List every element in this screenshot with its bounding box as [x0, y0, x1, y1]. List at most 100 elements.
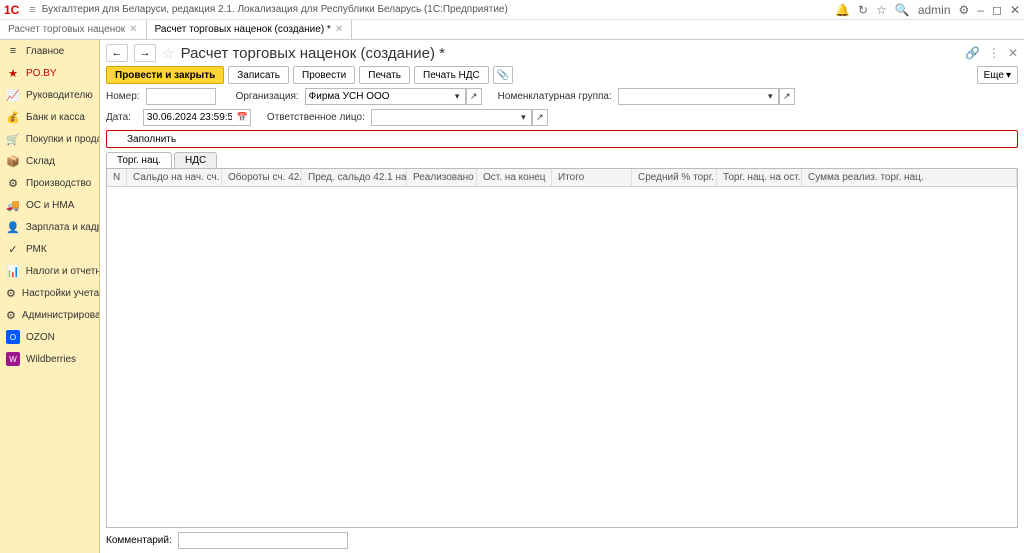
sidebar-item-rmk[interactable]: ✓РМК — [0, 238, 99, 260]
date-field[interactable] — [143, 109, 235, 126]
col-prev-saldo[interactable]: Пред. сальдо 42.1 на конец — [302, 169, 407, 186]
close-panel-icon[interactable]: ✕ — [1008, 46, 1018, 60]
sidebar-item-poby[interactable]: ★PO.BY — [0, 62, 99, 84]
col-n[interactable]: N — [107, 169, 127, 186]
history-icon[interactable]: ↻ — [858, 3, 868, 17]
star-icon[interactable]: ☆ — [876, 3, 887, 17]
org-input-group: ▾ ↗ — [305, 88, 482, 105]
attach-button[interactable]: 📎 — [493, 66, 513, 84]
calendar-icon[interactable]: 📅 — [235, 109, 251, 126]
tab[interactable]: Расчет торговых наценок ✕ — [0, 20, 147, 39]
col-avg-pct[interactable]: Средний % торг. нац. — [632, 169, 717, 186]
comment-field[interactable] — [178, 532, 348, 549]
nomgroup-field[interactable] — [618, 88, 763, 105]
tab-torg-nac[interactable]: Торг. нац. — [106, 152, 172, 168]
truck-icon: 🚚 — [6, 198, 20, 212]
post-button[interactable]: Провести — [293, 66, 355, 84]
col-realized[interactable]: Реализовано — [407, 169, 477, 186]
user-label[interactable]: admin — [918, 3, 951, 17]
tab[interactable]: Расчет торговых наценок (создание) * ✕ — [147, 20, 353, 39]
sidebar-item-hr[interactable]: 👤 Зарплата и кадры — [0, 216, 99, 238]
gear-icon: ⚙ — [6, 308, 16, 322]
minimize-icon[interactable]: – — [977, 3, 984, 17]
form-row-2: Дата: 📅 Ответственное лицо: ▾ ↗ — [106, 109, 1018, 126]
close-icon[interactable]: ✕ — [1010, 3, 1020, 17]
nomgroup-label: Номенклатурная группа: — [498, 91, 612, 102]
sidebar-item-settings[interactable]: ⚙Настройки учета — [0, 282, 99, 304]
gear-icon: ⚙ — [6, 176, 20, 190]
wb-icon: W — [6, 352, 20, 366]
number-field[interactable] — [146, 88, 216, 105]
col-saldo-start[interactable]: Сальдо на нач. сч. 42.1 — [127, 169, 222, 186]
sidebar-item-label: Покупки и продажи — [26, 134, 100, 145]
sidebar-item-sales[interactable]: 🛒Покупки и продажи — [0, 128, 99, 150]
table-body[interactable] — [107, 187, 1017, 527]
bell-icon[interactable]: 🔔 — [835, 3, 850, 17]
dropdown-icon[interactable]: ▾ — [450, 88, 466, 105]
save-button[interactable]: Записать — [228, 66, 289, 84]
sidebar-item-main[interactable]: ≡ Главное — [0, 40, 99, 62]
sidebar-item-production[interactable]: ⚙Производство — [0, 172, 99, 194]
sidebar-item-wb[interactable]: W Wildberries — [0, 348, 99, 370]
sidebar-item-bank[interactable]: 💰Банк и касса — [0, 106, 99, 128]
maximize-icon[interactable]: ◻ — [992, 3, 1002, 17]
forward-button[interactable]: → — [134, 44, 156, 62]
resp-field[interactable] — [371, 109, 516, 126]
sidebar-item-label: Склад — [26, 156, 55, 167]
col-sum-realized[interactable]: Сумма реализ. торг. нац. — [802, 169, 1017, 186]
settings-icon[interactable]: ⚙ — [959, 3, 970, 17]
user-icon: 👤 — [6, 220, 20, 234]
sidebar-item-os[interactable]: 🚚ОС и НМА — [0, 194, 99, 216]
header-right: 🔗 ⋮ ✕ — [965, 46, 1018, 60]
sidebar-item-label: OZON — [26, 332, 55, 343]
print-button[interactable]: Печать — [359, 66, 410, 84]
kebab-icon[interactable]: ⋮ — [988, 46, 1000, 60]
col-total[interactable]: Итого — [552, 169, 632, 186]
table-header: N Сальдо на нач. сч. 42.1 Обороты сч. 42… — [107, 169, 1017, 187]
open-icon[interactable]: ↗ — [779, 88, 795, 105]
sidebar-item-label: Wildberries — [26, 354, 76, 365]
dropdown-icon[interactable]: ▾ — [763, 88, 779, 105]
open-icon[interactable]: ↗ — [466, 88, 482, 105]
back-button[interactable]: ← — [106, 44, 128, 62]
open-icon[interactable]: ↗ — [532, 109, 548, 126]
logo-1c: 1C — [4, 3, 19, 17]
tab-close-icon[interactable]: ✕ — [129, 24, 137, 35]
hamburger-icon[interactable]: ≡ — [29, 4, 35, 16]
inner-tabs: Торг. нац. НДС — [106, 152, 1018, 168]
date-input-group: 📅 — [143, 109, 251, 126]
sidebar-item-warehouse[interactable]: 📦Склад — [0, 150, 99, 172]
col-turnover[interactable]: Обороты сч. 42.1 — [222, 169, 302, 186]
report-icon: 📊 — [6, 264, 20, 278]
sidebar-item-label: Главное — [26, 46, 64, 57]
tab-label: Расчет торговых наценок (создание) * — [155, 24, 331, 35]
col-rest-end[interactable]: Ост. на конец — [477, 169, 552, 186]
titlebar-actions: 🔔 ↻ ☆ 🔍 admin ⚙ – ◻ ✕ — [835, 3, 1020, 17]
ozon-icon: O — [6, 330, 20, 344]
toolbar: Провести и закрыть Записать Провести Печ… — [106, 66, 1018, 84]
sidebar-item-label: Зарплата и кадры — [26, 222, 100, 233]
sidebar-item-label: Администрирование — [22, 310, 100, 321]
footer-row: Комментарий: — [106, 532, 1018, 549]
main: ≡ Главное ★PO.BY 📈Руководителю 💰Банк и ка… — [0, 40, 1024, 553]
search-icon[interactable]: 🔍 — [895, 3, 910, 17]
resp-input-group: ▾ ↗ — [371, 109, 548, 126]
org-field[interactable] — [305, 88, 450, 105]
sidebar-item-ozon[interactable]: O OZON — [0, 326, 99, 348]
link-icon[interactable]: 🔗 — [965, 46, 980, 60]
tab-nds[interactable]: НДС — [174, 152, 217, 168]
col-nac-rest[interactable]: Торг. нац. на ост. тов. — [717, 169, 802, 186]
org-label: Организация: — [236, 91, 299, 102]
post-close-button[interactable]: Провести и закрыть — [106, 66, 224, 84]
tab-close-icon[interactable]: ✕ — [335, 24, 343, 35]
sidebar-item-manager[interactable]: 📈Руководителю — [0, 84, 99, 106]
menu-icon: ≡ — [6, 44, 20, 58]
sidebar-item-admin[interactable]: ⚙ Администрирование — [0, 304, 99, 326]
dropdown-icon[interactable]: ▾ — [516, 109, 532, 126]
table: N Сальдо на нач. сч. 42.1 Обороты сч. 42… — [106, 168, 1018, 528]
print-nds-button[interactable]: Печать НДС — [414, 66, 489, 84]
favorite-star-icon[interactable]: ☆ — [162, 45, 175, 62]
fill-button[interactable]: Заполнить — [106, 130, 1018, 148]
sidebar-item-tax[interactable]: 📊Налоги и отчетность — [0, 260, 99, 282]
more-button[interactable]: Еще▾ — [977, 66, 1018, 84]
